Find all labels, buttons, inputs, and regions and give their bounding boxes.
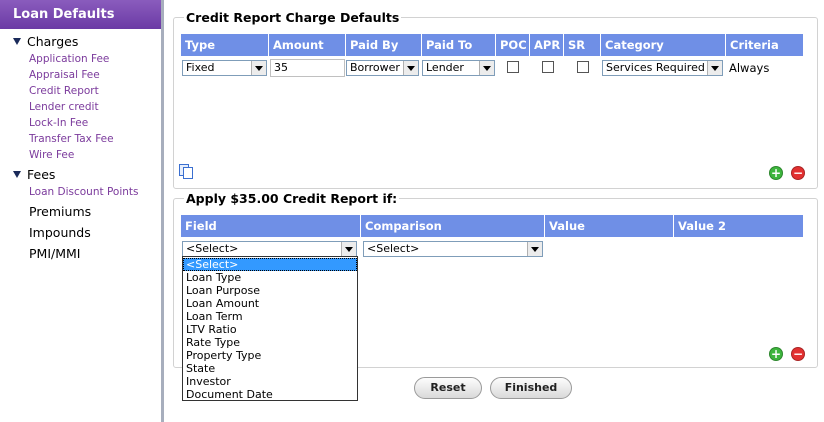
dropdown-option[interactable]: Rate Type <box>183 336 357 349</box>
sidebar-item-appraisal-fee[interactable]: Appraisal Fee <box>29 69 100 81</box>
sidebar-item-lender-credit[interactable]: Lender credit <box>29 101 99 113</box>
criteria-table-header: Field Comparison Value Value 2 <box>181 215 803 237</box>
sidebar-item-loan-discount-points[interactable]: Loan Discount Points <box>29 186 139 198</box>
col-paid-to: Paid To <box>422 34 496 56</box>
col-apr: APR <box>530 34 564 56</box>
comparison-select-value: <Select> <box>367 242 420 255</box>
type-select[interactable]: Fixed <box>182 60 267 76</box>
tree-group-charges[interactable]: Charges <box>13 34 78 49</box>
finished-button[interactable]: Finished <box>490 377 572 399</box>
category-select-value: Services Required <box>606 61 705 74</box>
expand-triangle-icon[interactable] <box>13 171 21 178</box>
tree-group-fees[interactable]: Fees <box>13 167 55 182</box>
sidebar-item-premiums[interactable]: Premiums <box>29 204 91 219</box>
sr-checkbox[interactable] <box>577 61 589 73</box>
col-comparison: Comparison <box>361 215 545 237</box>
tree-group-fees-label: Fees <box>27 167 56 182</box>
paid-to-select[interactable]: Lender <box>422 60 495 76</box>
dropdown-option[interactable]: Document Date <box>183 388 357 401</box>
sidebar-item-lock-in-fee[interactable]: Lock-In Fee <box>29 117 88 129</box>
chevron-down-icon[interactable] <box>341 242 356 256</box>
dropdown-option[interactable]: State <box>183 362 357 375</box>
chevron-down-icon[interactable] <box>251 61 266 75</box>
sidebar-item-pmi-mmi[interactable]: PMI/MMI <box>29 246 80 261</box>
dropdown-option[interactable]: Loan Type <box>183 271 357 284</box>
sidebar-item-transfer-tax-fee[interactable]: Transfer Tax Fee <box>29 133 114 145</box>
chevron-down-icon[interactable] <box>707 61 722 75</box>
field-dropdown-list[interactable]: <Select> Loan Type Loan Purpose Loan Amo… <box>182 256 358 401</box>
col-paid-by: Paid By <box>346 34 422 56</box>
reset-button[interactable]: Reset <box>414 377 482 399</box>
dropdown-option[interactable]: LTV Ratio <box>183 323 357 336</box>
field-select-value: <Select> <box>186 242 239 255</box>
charge-defaults-title: Credit Report Charge Defaults <box>184 10 402 25</box>
col-value: Value <box>545 215 674 237</box>
copy-icon[interactable] <box>179 164 193 179</box>
dropdown-option[interactable]: Loan Amount <box>183 297 357 310</box>
sidebar-item-application-fee[interactable]: Application Fee <box>29 53 109 65</box>
paid-to-select-value: Lender <box>426 61 464 74</box>
dropdown-option[interactable]: Loan Term <box>183 310 357 323</box>
criteria-value: Always <box>729 61 770 75</box>
col-poc: POC <box>496 34 530 56</box>
remove-criteria-icon[interactable]: − <box>791 347 805 361</box>
chevron-down-icon[interactable] <box>479 61 494 75</box>
paid-by-select-value: Borrower <box>350 61 400 74</box>
col-amount: Amount <box>269 34 346 56</box>
chevron-down-icon[interactable] <box>403 61 418 75</box>
field-select[interactable]: <Select> <box>182 241 357 257</box>
apr-checkbox[interactable] <box>542 61 554 73</box>
category-select[interactable]: Services Required <box>602 60 723 76</box>
sidebar-item-impounds[interactable]: Impounds <box>29 225 91 240</box>
dropdown-option[interactable]: Investor <box>183 375 357 388</box>
expand-triangle-icon[interactable] <box>13 38 21 45</box>
col-sr: SR <box>564 34 601 56</box>
col-type: Type <box>181 34 269 56</box>
poc-checkbox[interactable] <box>507 61 519 73</box>
dropdown-option[interactable]: Property Type <box>183 349 357 362</box>
chevron-down-icon[interactable] <box>527 242 542 256</box>
dropdown-option[interactable]: <Select> <box>183 258 357 271</box>
sidebar-item-wire-fee[interactable]: Wire Fee <box>29 149 74 161</box>
paid-by-select[interactable]: Borrower <box>346 60 419 76</box>
col-value-2: Value 2 <box>678 219 726 233</box>
add-charge-icon[interactable]: + <box>769 166 783 180</box>
type-select-value: Fixed <box>186 61 215 74</box>
col-category: Category <box>601 34 726 56</box>
charges-table-header: Type Amount Paid By Paid To POC APR SR C… <box>181 34 803 56</box>
dropdown-option[interactable]: Loan Purpose <box>183 284 357 297</box>
col-field: Field <box>181 215 361 237</box>
amount-input[interactable]: 35 <box>270 59 345 77</box>
sidebar: Loan Defaults Charges Application Fee Ap… <box>0 0 164 422</box>
sidebar-header: Loan Defaults <box>0 0 161 29</box>
tree-group-charges-label: Charges <box>27 34 79 49</box>
comparison-select[interactable]: <Select> <box>363 241 543 257</box>
add-criteria-icon[interactable]: + <box>769 347 783 361</box>
col-criteria: Criteria <box>730 38 779 52</box>
sidebar-item-credit-report[interactable]: Credit Report <box>29 85 99 97</box>
remove-charge-icon[interactable]: − <box>791 166 805 180</box>
criteria-panel-title: Apply $35.00 Credit Report if: <box>184 191 400 206</box>
